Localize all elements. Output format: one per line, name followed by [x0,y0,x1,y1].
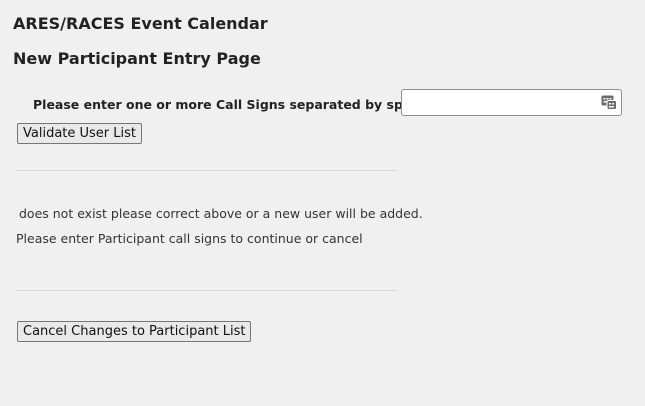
divider [15,170,397,171]
cancel-changes-button[interactable]: Cancel Changes to Participant List [17,321,252,342]
keyboard-picker-icon[interactable] [601,95,617,110]
callsign-input[interactable] [402,90,604,115]
callsign-prompt-label: Please enter one or more Call Signs sepa… [33,97,435,112]
page-subtitle: New Participant Entry Page [13,49,261,68]
callsign-input-box[interactable] [401,89,622,116]
divider [15,290,397,291]
participant-entry-page: ARES/RACES Event Calendar New Participan… [0,0,645,406]
page-title: ARES/RACES Event Calendar [13,14,268,33]
continue-prompt-message: Please enter Participant call signs to c… [16,231,363,246]
not-exist-message: does not exist please correct above or a… [19,206,423,221]
validate-user-list-button[interactable]: Validate User List [17,123,143,144]
